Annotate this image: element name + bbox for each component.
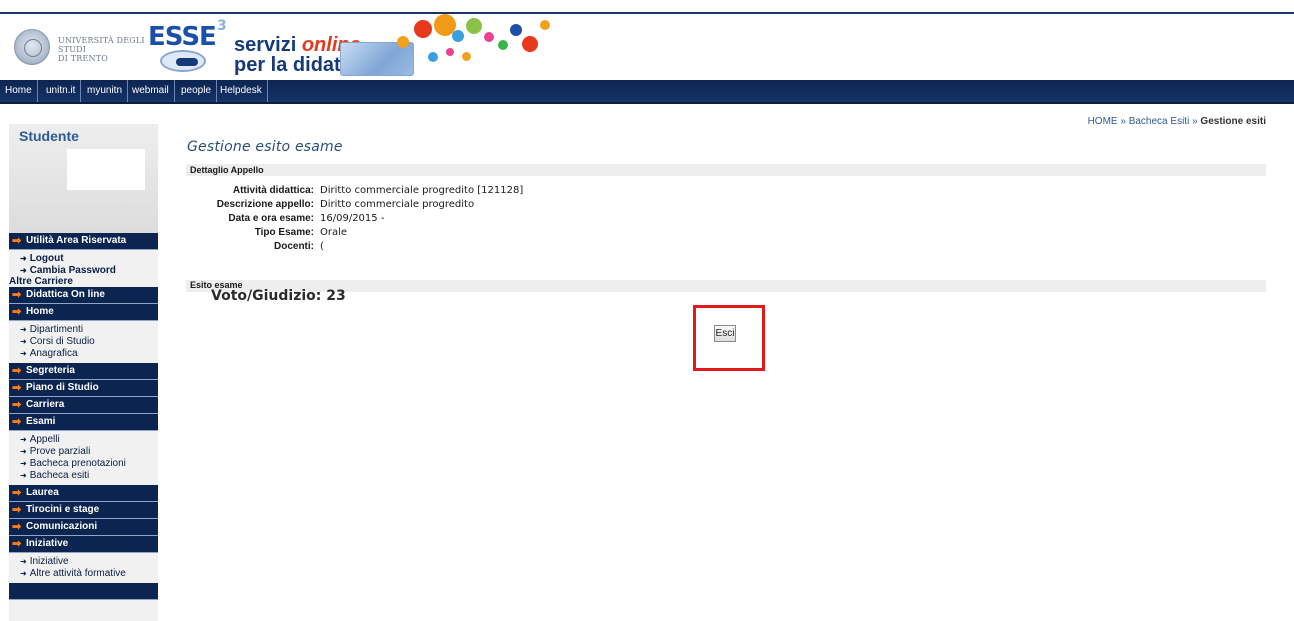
breadcrumb-bacheca-esiti[interactable]: Bacheca Esiti: [1129, 116, 1190, 127]
detail-value: 16/09/2015 -: [320, 213, 385, 224]
detail-value: Orale: [320, 227, 348, 238]
detail-label: Docenti:: [274, 241, 314, 252]
breadcrumb-home[interactable]: HOME: [1088, 116, 1118, 127]
breadcrumb-separator: »: [1120, 116, 1126, 127]
dettaglio-section-label: Dettaglio Appello: [190, 165, 264, 175]
page-title: Gestione esito esame: [187, 139, 343, 155]
voto-giudizio: Voto/Giudizio: 23: [211, 288, 346, 304]
dettaglio-section-bar: [186, 164, 1266, 176]
detail-label: Tipo Esame:: [254, 227, 314, 238]
esito-section-bar: [186, 280, 1266, 292]
main-content: HOME » Bacheca Esiti » Gestione esiti Ge…: [0, 0, 1294, 621]
detail-value: (: [320, 241, 324, 252]
breadcrumb: HOME » Bacheca Esiti » Gestione esiti: [1088, 116, 1266, 127]
detail-value: Diritto commerciale progredito: [320, 199, 475, 210]
detail-label: Descrizione appello:: [216, 199, 314, 210]
breadcrumb-current: Gestione esiti: [1200, 116, 1266, 127]
highlight-box: [693, 305, 765, 371]
page: UNIVERSITÀ DEGLI STUDI DI TRENTO ESSE 3 …: [0, 0, 1294, 621]
detail-label: Data e ora esame:: [228, 213, 314, 224]
detail-label: Attività didattica:: [232, 185, 314, 196]
breadcrumb-separator: »: [1192, 116, 1198, 127]
detail-value: Diritto commerciale progredito [121128]: [320, 185, 524, 196]
